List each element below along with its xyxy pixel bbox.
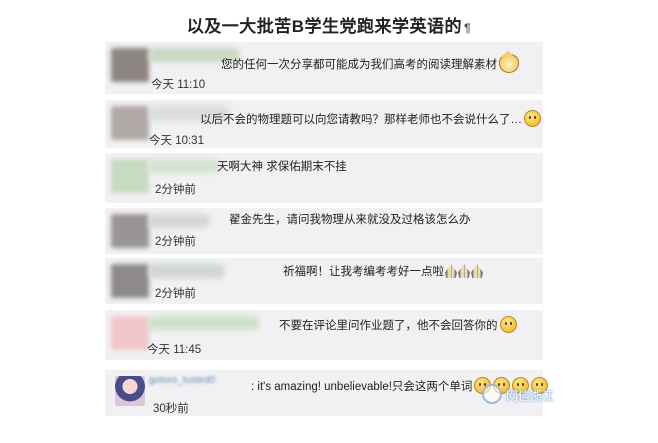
comment-time: 今天 11:10 [151,79,206,91]
comment-card: gotoro_lusted0 : it's amazing! unbelieva… [105,370,549,416]
comment-text: 不要在评论里问作业题了，他不会回答你的 [279,316,517,333]
comment-card: 天啊大神 求保佑期末不挂 2分钟前 [105,153,543,203]
smile-face-icon [499,316,517,333]
comment-time: 30秒前 [153,403,189,415]
comment-time: 今天 11:45 [147,344,202,356]
cat-face-icon [499,51,519,73]
nickname[interactable]: gotoro_lusted0 [149,375,215,386]
praying-hands-icon [458,264,470,278]
comment-time: 今天 10:31 [149,135,204,147]
comment-card: 以后不会的物理题可以向您请教吗？那样老师也不会说什么了… 今天 10:31 [105,100,543,148]
nickname-blurred [149,159,219,173]
praying-hands-icon [445,264,457,278]
comment-text: 以后不会的物理题可以向您请教吗？那样老师也不会说什么了… [200,110,541,127]
watermark: 网信浙江 [482,384,602,406]
comment-time: 2分钟前 [155,236,196,248]
title-text: 以及一大批苦B学生党跑来学英语的 [186,17,463,36]
nickname-blurred [149,214,209,228]
avatar[interactable] [111,316,149,350]
comment-card: 您的任何一次分享都可能成为我们高考的阅读理解素材 今天 11:10 [105,42,543,94]
avatar[interactable] [111,48,149,82]
comment-text: 您的任何一次分享都可能成为我们高考的阅读理解素材 [221,51,519,73]
avatar[interactable] [111,214,149,248]
face-icon [524,110,541,127]
nickname-blurred [149,264,224,278]
avatar[interactable] [111,159,149,193]
avatar[interactable] [115,376,145,406]
comment-text: 祈福啊！让我考编考考好一点啦 [283,263,483,279]
comment-card: 祈福啊！让我考编考考好一点啦 2分钟前 [105,258,543,304]
comment-time: 2分钟前 [155,288,196,300]
nickname-blurred [149,316,259,330]
praying-hands-icon [471,264,483,278]
avatar[interactable] [111,264,149,298]
watermark-logo-icon [482,384,502,404]
comment-text: 翟金先生，请问我物理从来就没及过格该怎么办 [229,214,471,226]
comment-time: 2分钟前 [155,184,196,196]
watermark-text: 网信浙江 [506,389,555,403]
comment-card: 不要在评论里问作业题了，他不会回答你的 今天 11:45 [105,310,543,360]
pilcrow-icon: ¶ [464,21,472,35]
comment-text: 天啊大神 求保佑期末不挂 [217,161,347,173]
comment-card: 翟金先生，请问我物理从来就没及过格该怎么办 2分钟前 [105,208,543,254]
avatar[interactable] [111,106,149,140]
page-title: 以及一大批苦B学生党跑来学英语的 ¶ [0,12,658,37]
